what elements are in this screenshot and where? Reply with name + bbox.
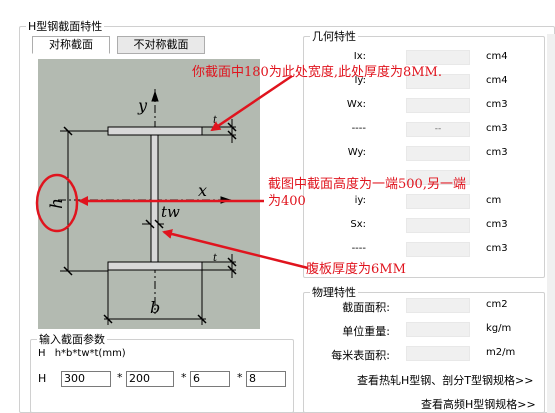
geometry-row-unit: cm3 — [486, 243, 508, 254]
physical-row-value — [406, 322, 470, 337]
physical-row-label: 截面面积: — [342, 301, 390, 314]
geometry-row-value — [406, 242, 470, 257]
section-diagram: y x h tw b t t — [38, 59, 260, 329]
physical-row-value — [406, 346, 470, 361]
h-row-label: H — [38, 372, 47, 385]
x-axis-label: x — [198, 181, 207, 200]
flange-thickness-input[interactable]: 8 — [246, 371, 286, 387]
tw-label: tw — [161, 203, 180, 221]
geometry-title: 几何特性 — [312, 30, 356, 43]
physical-row-unit: kg/m — [486, 323, 512, 334]
geometry-row-unit: cm3 — [486, 99, 508, 110]
formula-prefix: H — [38, 348, 46, 359]
geometry-row-label: Wx: — [346, 99, 366, 110]
physical-row-label: 每米表面积: — [331, 349, 390, 362]
geometry-row-unit: cm3 — [486, 147, 508, 158]
hot-rolled-spec-link[interactable]: 查看热轧H型钢、剖分T型钢规格>> — [357, 372, 533, 388]
t-label-top: t — [213, 115, 218, 126]
tab-symmetric-label: 对称截面 — [49, 38, 93, 51]
b-label: b — [150, 298, 160, 317]
geometry-row-unit: cm4 — [486, 75, 508, 86]
geometry-row-value: -- — [406, 122, 470, 137]
geometry-row-unit: cm4 — [486, 51, 508, 62]
geometry-row-unit: cm — [486, 195, 502, 206]
x-axis-arrow — [220, 196, 232, 204]
geometry-row-value — [406, 194, 470, 209]
vertical-scrollbar[interactable] — [547, 34, 555, 413]
physical-row-label: 单位重量: — [342, 325, 390, 338]
web-thickness-input[interactable]: 6 — [190, 371, 230, 387]
height-input[interactable]: 300 — [61, 371, 111, 387]
tab-asymmetric-label: 不对称截面 — [133, 38, 189, 51]
height-annotation-text-2: 为400 — [268, 194, 306, 209]
geometry-row-label: Wy: — [347, 147, 366, 158]
high-freq-spec-link[interactable]: 查看高频H型钢规格>> — [421, 396, 536, 412]
physical-title: 物理特性 — [312, 286, 356, 299]
formula-text: h*b*tw*t(mm) — [54, 348, 126, 359]
y-axis-arrow — [151, 90, 159, 102]
sep-3: * — [237, 371, 243, 384]
physical-row-value — [406, 298, 470, 313]
high-freq-spec-link-text: 查看高频H型钢规格>> — [421, 398, 536, 411]
section-title: H型钢截面特性 — [28, 20, 103, 33]
geometry-row-label: ---- — [351, 123, 366, 134]
y-axis-label: y — [137, 96, 148, 115]
geometry-row-label: Sx: — [350, 219, 366, 230]
tab-asymmetric[interactable]: 不对称截面 — [117, 36, 205, 54]
hot-rolled-spec-link-text: 查看热轧H型钢、剖分T型钢规格>> — [357, 374, 534, 387]
geometry-row-value — [406, 218, 470, 233]
h-beam-drawing: y x h tw b t t — [47, 89, 237, 325]
sep-2: * — [181, 371, 187, 384]
h-label: h — [47, 198, 67, 209]
web — [150, 134, 159, 263]
input-title: 输入截面参数 — [39, 333, 105, 346]
web-annotation-text: 腹板厚度为6MM — [306, 262, 406, 277]
formula-row: H h*b*tw*t(mm) — [38, 348, 126, 359]
physical-row-unit: cm2 — [486, 299, 508, 310]
top-flange — [107, 126, 203, 136]
geometry-row-unit: cm3 — [486, 219, 508, 230]
sep-1: * — [117, 371, 123, 384]
geometry-row-value — [406, 98, 470, 113]
tab-symmetric[interactable]: 对称截面 — [32, 36, 110, 54]
geometry-row-unit: cm3 — [486, 123, 508, 134]
physical-row-unit: m2/m — [486, 347, 516, 358]
geometry-row-label: iy: — [354, 195, 366, 206]
width-input[interactable]: 200 — [126, 371, 174, 387]
geometry-row-label: Ix: — [353, 51, 366, 62]
geometry-row-value — [406, 50, 470, 65]
geometry-row-value — [406, 146, 470, 161]
flange-annotation-text: 你截面中180为此处宽度,此处厚度为8MM. — [192, 65, 442, 80]
height-annotation-text-1: 截图中截面高度为一端500,另一端 — [268, 177, 466, 192]
geometry-row-label: ---- — [351, 243, 366, 254]
bottom-flange — [107, 261, 203, 271]
